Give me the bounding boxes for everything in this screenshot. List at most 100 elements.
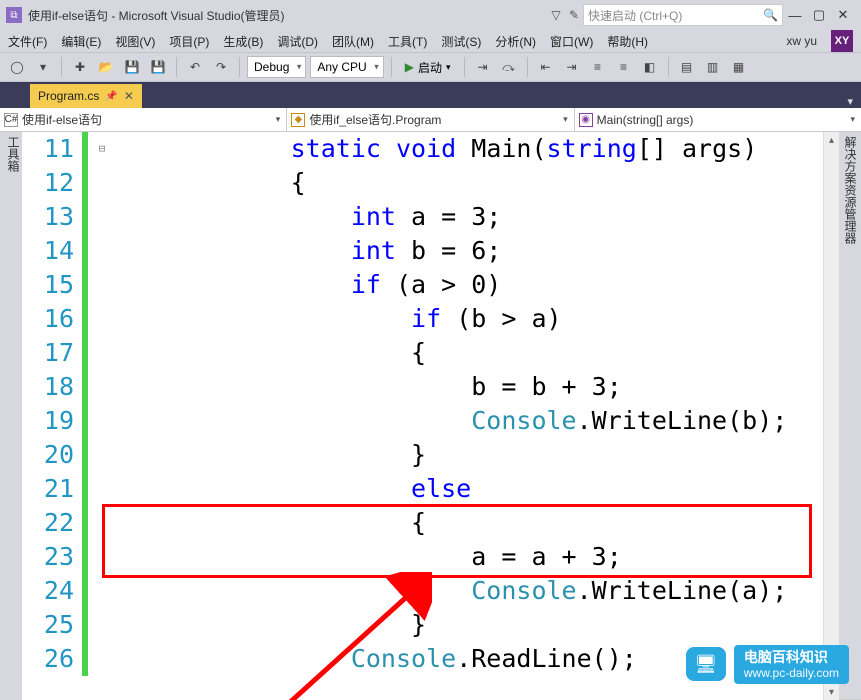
menu-view[interactable]: 视图(V) (115, 33, 155, 50)
step-into-button[interactable]: ⇥ (472, 56, 494, 78)
save-all-button[interactable]: 💾 (147, 56, 169, 78)
menu-debug[interactable]: 调试(D) (277, 33, 318, 50)
code-text[interactable]: { (110, 506, 426, 540)
maximize-button[interactable]: ▢ (807, 4, 831, 26)
line-number: 24 (22, 574, 82, 608)
code-text[interactable]: { (110, 336, 426, 370)
start-label: 启动 (418, 59, 442, 76)
minimize-button[interactable]: — (783, 4, 807, 26)
bookmark-button[interactable]: ◧ (639, 56, 661, 78)
code-line[interactable]: 22 { (22, 506, 839, 540)
change-indicator (82, 200, 88, 234)
code-text[interactable]: int a = 3; (110, 200, 501, 234)
start-debug-button[interactable]: ▶ 启动 ▾ (399, 56, 457, 78)
code-line[interactable]: 12 { (22, 166, 839, 200)
code-line[interactable]: 26 Console.ReadLine(); (22, 642, 839, 676)
save-button[interactable]: 💾 (121, 56, 143, 78)
user-avatar[interactable]: XY (831, 30, 853, 52)
scroll-up-icon[interactable]: ▴ (824, 132, 839, 148)
tb-extra-3[interactable]: ▦ (728, 56, 750, 78)
indent-less-button[interactable]: ⇤ (535, 56, 557, 78)
user-name[interactable]: xw yu (786, 34, 817, 48)
code-line[interactable]: 17 { (22, 336, 839, 370)
feedback-icon[interactable]: ✎ (565, 8, 583, 22)
pin-icon[interactable]: 📌 (105, 91, 117, 102)
code-area[interactable]: 11⊟ static void Main(string[] args)12 {1… (22, 132, 839, 676)
menu-edit[interactable]: 编辑(E) (61, 33, 101, 50)
indent-more-button[interactable]: ⇥ (561, 56, 583, 78)
menu-help[interactable]: 帮助(H) (607, 33, 648, 50)
code-line[interactable]: 19 Console.WriteLine(b); (22, 404, 839, 438)
vertical-scrollbar[interactable]: ▴ ▾ (823, 132, 839, 700)
notifications-icon[interactable]: ▽ (547, 8, 565, 22)
redo-button[interactable]: ↷ (210, 56, 232, 78)
code-text[interactable]: a = a + 3; (110, 540, 622, 574)
code-line[interactable]: 24 Console.WriteLine(a); (22, 574, 839, 608)
step-over-button[interactable]: ⤼ (498, 56, 520, 78)
menu-project[interactable]: 项目(P) (169, 33, 209, 50)
nav-class-combo[interactable]: ◆ 使用if_else语句.Program (287, 108, 574, 131)
menu-test[interactable]: 测试(S) (441, 33, 481, 50)
menu-window[interactable]: 窗口(W) (550, 33, 593, 50)
nav-fwd-button[interactable]: ▾ (32, 56, 54, 78)
tab-overflow-button[interactable]: ▾ (847, 95, 853, 108)
menu-team[interactable]: 团队(M) (332, 33, 374, 50)
code-text[interactable]: { (110, 166, 306, 200)
uncomment-button[interactable]: ≡ (613, 56, 635, 78)
change-indicator (82, 302, 88, 336)
solution-config-combo[interactable]: Debug (247, 56, 306, 78)
nav-back-button[interactable]: ◯ (6, 56, 28, 78)
menu-analyze[interactable]: 分析(N) (495, 33, 536, 50)
code-line[interactable]: 21 else (22, 472, 839, 506)
fold-toggle[interactable]: ⊟ (94, 132, 110, 166)
change-indicator (82, 268, 88, 302)
code-line[interactable]: 13 int a = 3; (22, 200, 839, 234)
code-text[interactable]: else (110, 472, 471, 506)
code-line[interactable]: 15 if (a > 0) (22, 268, 839, 302)
code-text[interactable]: b = b + 3; (110, 370, 622, 404)
tab-program-cs[interactable]: Program.cs 📌 ✕ (30, 84, 142, 108)
nav-member-combo[interactable]: ◉ Main(string[] args) (575, 108, 861, 131)
code-line[interactable]: 25 } (22, 608, 839, 642)
close-icon[interactable]: ✕ (124, 89, 134, 103)
menu-tools[interactable]: 工具(T) (388, 33, 427, 50)
change-indicator (82, 370, 88, 404)
code-line[interactable]: 18 b = b + 3; (22, 370, 839, 404)
open-file-button[interactable]: 📂 (95, 56, 117, 78)
nav-project-combo[interactable]: C# 使用if-else语句 (0, 108, 287, 131)
separator (239, 57, 240, 77)
menu-file[interactable]: 文件(F) (8, 33, 47, 50)
code-text[interactable]: if (b > a) (110, 302, 562, 336)
quick-launch-input[interactable]: 快速启动 (Ctrl+Q) 🔍 (583, 4, 783, 26)
code-text[interactable]: if (a > 0) (110, 268, 501, 302)
tool-solution-explorer[interactable]: 解决方案资源管理器 (840, 132, 861, 700)
code-line[interactable]: 14 int b = 6; (22, 234, 839, 268)
comment-button[interactable]: ≡ (587, 56, 609, 78)
code-line[interactable]: 20 } (22, 438, 839, 472)
code-line[interactable]: 23 a = a + 3; (22, 540, 839, 574)
nav-project-label: 使用if-else语句 (22, 111, 102, 128)
menu-build[interactable]: 生成(B) (223, 33, 263, 50)
code-text[interactable]: Console.ReadLine(); (110, 642, 637, 676)
code-editor[interactable]: ↕ 11⊟ static void Main(string[] args)12 … (22, 132, 839, 700)
class-icon: ◆ (291, 113, 305, 127)
code-line[interactable]: 16 if (b > a) (22, 302, 839, 336)
code-text[interactable]: int b = 6; (110, 234, 501, 268)
line-number: 12 (22, 166, 82, 200)
undo-button[interactable]: ↶ (184, 56, 206, 78)
tb-extra-1[interactable]: ▤ (676, 56, 698, 78)
code-text[interactable]: Console.WriteLine(b); (110, 404, 787, 438)
tb-extra-2[interactable]: ▥ (702, 56, 724, 78)
code-text[interactable]: } (110, 438, 426, 472)
code-text[interactable]: } (110, 608, 426, 642)
new-project-button[interactable]: ✚ (69, 56, 91, 78)
code-text[interactable]: static void Main(string[] args) (110, 132, 757, 166)
scroll-down-icon[interactable]: ▾ (824, 684, 839, 700)
separator (464, 57, 465, 77)
code-line[interactable]: 11⊟ static void Main(string[] args) (22, 132, 839, 166)
code-text[interactable]: Console.WriteLine(a); (110, 574, 787, 608)
close-button[interactable]: ✕ (831, 4, 855, 26)
line-number: 25 (22, 608, 82, 642)
solution-platform-combo[interactable]: Any CPU (310, 56, 383, 78)
left-tool-toolbox[interactable]: 工具箱 (0, 132, 22, 700)
